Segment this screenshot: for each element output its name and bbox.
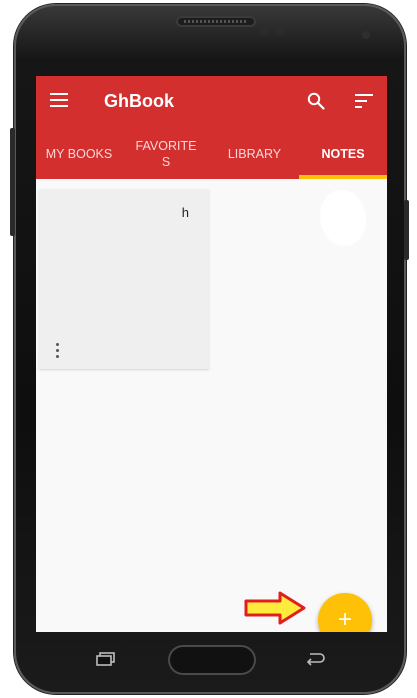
tab-library[interactable]: LIBRARY xyxy=(210,128,299,179)
app-bar: GhBook MY BOOKS FAVORITE S LIBRARY NOTES xyxy=(36,76,387,179)
tab-bar: MY BOOKS FAVORITE S LIBRARY NOTES xyxy=(36,128,387,179)
tab-notes[interactable]: NOTES xyxy=(299,128,387,179)
recent-apps-icon[interactable] xyxy=(96,652,116,666)
menu-icon[interactable] xyxy=(50,93,68,107)
app-title: GhBook xyxy=(104,91,174,111)
power-button xyxy=(404,200,409,260)
home-button[interactable] xyxy=(168,645,256,675)
search-icon[interactable] xyxy=(307,92,325,110)
screen: GhBook MY BOOKS FAVORITE S LIBRARY NOTES xyxy=(36,76,387,632)
proximity-sensor xyxy=(260,26,270,36)
white-blob xyxy=(320,190,366,246)
sort-icon[interactable] xyxy=(355,94,373,108)
tab-label: LIBRARY xyxy=(227,146,282,161)
plus-icon: + xyxy=(337,606,352,632)
tab-label: NOTES xyxy=(321,146,365,161)
front-camera xyxy=(362,31,370,39)
more-vert-icon[interactable] xyxy=(56,343,60,361)
back-icon[interactable] xyxy=(304,651,326,667)
light-sensor xyxy=(275,26,285,36)
arrow-annotation-icon xyxy=(244,591,306,625)
notes-grid: h + xyxy=(36,179,387,632)
tab-my-books[interactable]: MY BOOKS xyxy=(36,128,122,179)
volume-button xyxy=(10,128,15,236)
earpiece-speaker xyxy=(176,16,256,27)
tab-favorites[interactable]: FAVORITE S xyxy=(122,128,210,179)
tab-label: MY BOOKS xyxy=(45,146,113,161)
add-note-button[interactable]: + xyxy=(318,593,372,632)
tab-label: FAVORITE S xyxy=(135,138,197,169)
note-card[interactable]: h xyxy=(39,189,209,369)
note-text: h xyxy=(181,205,189,220)
